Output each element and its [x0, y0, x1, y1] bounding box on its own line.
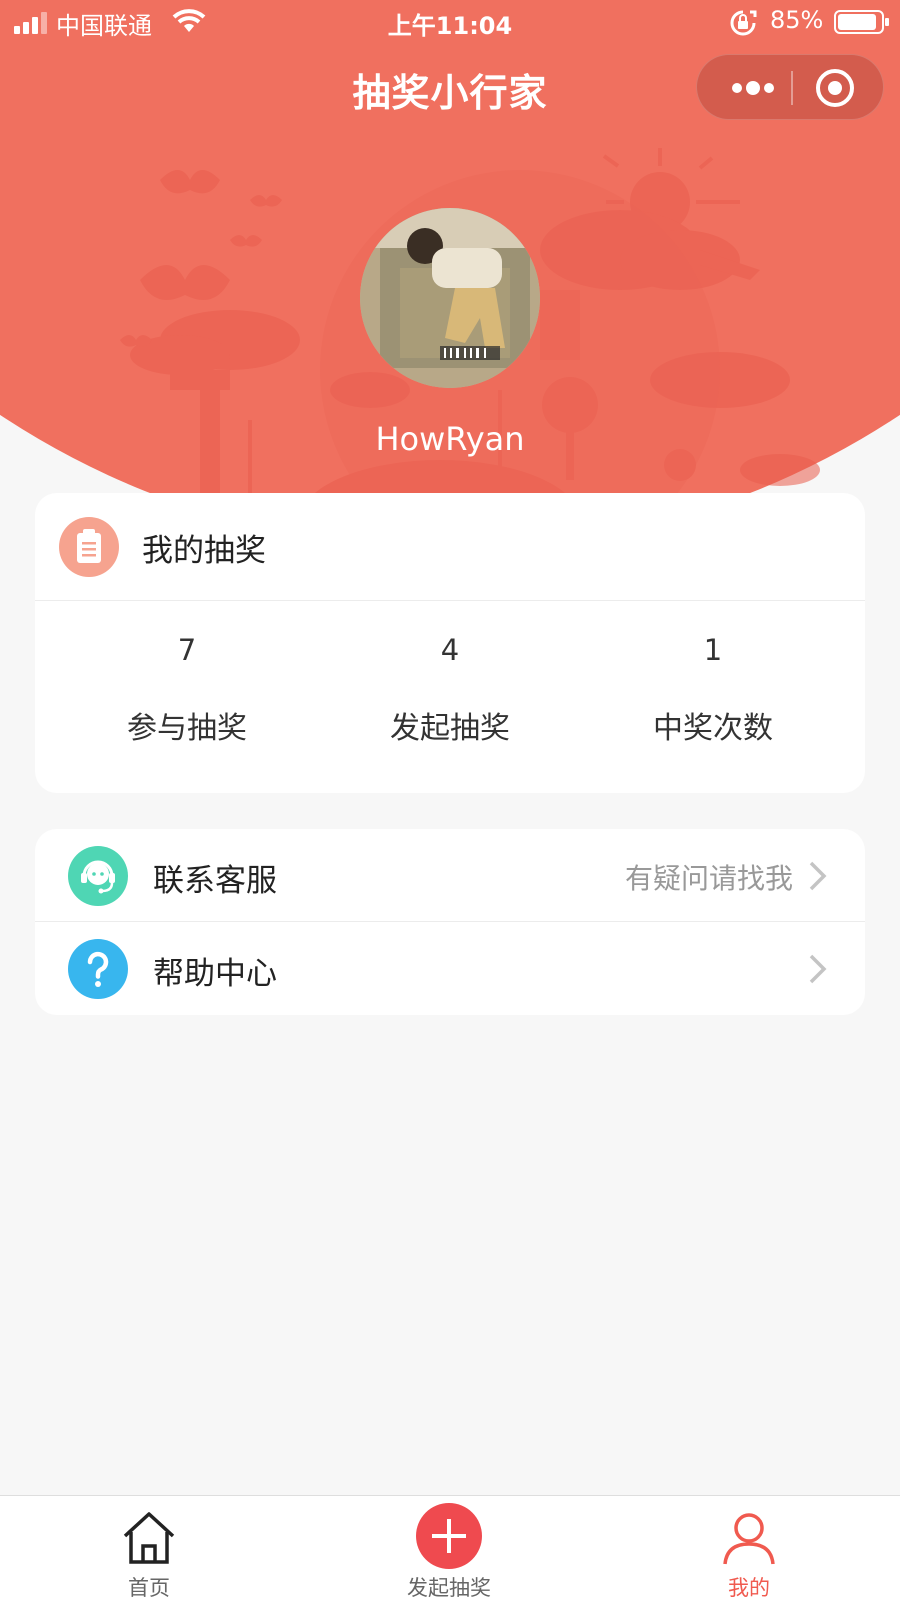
menu-item-hint: 有疑问请找我 — [624, 862, 793, 895]
stat-won[interactable]: 1 中奖次数 — [575, 601, 851, 793]
menu-item-customer-service[interactable]: 联系客服 有疑问请找我 — [35, 829, 865, 922]
my-lottery-title: 我的抽奖 — [142, 533, 266, 569]
battery-percent: 85% — [770, 6, 824, 34]
orientation-lock-icon — [730, 10, 757, 36]
tab-bar: 首页 发起抽奖 我的 — [0, 1495, 900, 1600]
home-icon — [123, 1512, 175, 1564]
menu-item-label: 帮助中心 — [153, 956, 277, 992]
tab-label: 发起抽奖 — [407, 1576, 491, 1600]
chevron-right-icon — [809, 954, 827, 984]
plus-icon — [416, 1503, 482, 1569]
profile-header: 中国联通 上午11:04 85% 抽奖小行家 HowRyan — [0, 0, 900, 560]
stat-value: 7 — [177, 633, 197, 667]
username: HowRyan — [375, 420, 525, 458]
clipboard-icon — [59, 517, 119, 577]
stat-label: 参与抽奖 — [127, 711, 247, 746]
stat-initiated[interactable]: 4 发起抽奖 — [312, 601, 588, 793]
my-lottery-header[interactable]: 我的抽奖 — [35, 493, 865, 601]
service-menu: 联系客服 有疑问请找我 帮助中心 — [35, 829, 865, 1015]
help-icon — [68, 939, 128, 999]
stat-value: 1 — [703, 633, 723, 667]
my-lottery-card: 我的抽奖 7 参与抽奖 4 发起抽奖 1 中奖次数 — [35, 493, 865, 793]
customer-service-icon — [68, 846, 128, 906]
stat-label: 中奖次数 — [653, 711, 773, 746]
user-icon — [723, 1513, 775, 1565]
status-bar: 中国联通 上午11:04 85% — [0, 0, 900, 44]
avatar-photo — [360, 208, 540, 388]
battery-icon — [834, 10, 889, 34]
stat-value: 4 — [440, 633, 460, 667]
more-icon[interactable] — [717, 55, 787, 121]
tab-label: 我的 — [728, 1576, 770, 1600]
stat-label: 发起抽奖 — [390, 711, 510, 746]
avatar[interactable] — [360, 208, 540, 388]
menu-item-help-center[interactable]: 帮助中心 — [35, 922, 865, 1015]
chevron-right-icon — [809, 861, 827, 891]
tab-create-lottery[interactable]: 发起抽奖 — [349, 1496, 549, 1600]
mini-program-capsule — [696, 54, 884, 120]
tab-home[interactable]: 首页 — [49, 1496, 249, 1600]
stat-participated[interactable]: 7 参与抽奖 — [49, 601, 325, 793]
tab-label: 首页 — [128, 1576, 170, 1600]
close-target-icon[interactable] — [797, 55, 877, 121]
menu-item-label: 联系客服 — [153, 863, 277, 899]
capsule-divider — [791, 71, 793, 105]
clock: 上午11:04 — [387, 12, 513, 40]
tab-mine[interactable]: 我的 — [649, 1496, 849, 1600]
